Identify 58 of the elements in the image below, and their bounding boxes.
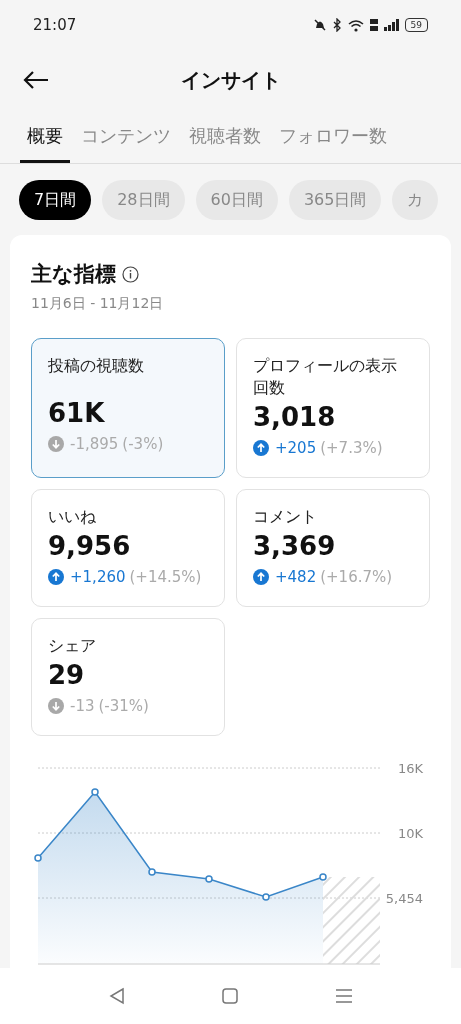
back-triangle-icon bbox=[108, 987, 125, 1005]
info-icon bbox=[122, 266, 139, 284]
menu-nav-button[interactable] bbox=[336, 988, 353, 1004]
back-arrow-icon bbox=[23, 70, 49, 90]
data-point bbox=[205, 874, 213, 883]
home-square-icon bbox=[222, 988, 239, 1004]
home-nav-button[interactable] bbox=[222, 988, 239, 1004]
up-arrow-icon bbox=[48, 568, 64, 585]
wifi-icon bbox=[347, 18, 364, 32]
data-point bbox=[319, 872, 327, 881]
metric-change: +1,260 bbox=[70, 566, 126, 588]
metric-label: シェア bbox=[48, 634, 97, 657]
data-point bbox=[91, 787, 99, 796]
metric-value: 3,018 bbox=[253, 400, 337, 434]
y-axis-label: 16K bbox=[397, 760, 423, 776]
up-arrow-icon bbox=[253, 439, 269, 456]
bluetooth-icon bbox=[332, 18, 342, 32]
metric-percent: (+14.5%) bbox=[129, 566, 202, 588]
period-chip[interactable]: 7日間 bbox=[19, 180, 92, 220]
date-range: 11月6日 - 11月12日 bbox=[31, 293, 165, 313]
metric-change: -13 bbox=[70, 695, 95, 717]
down-arrow-icon bbox=[48, 435, 64, 452]
tab[interactable]: 概要 bbox=[20, 122, 70, 163]
battery-indicator: 59 bbox=[404, 18, 428, 32]
metric-label: コメント bbox=[253, 505, 318, 528]
y-axis-label: 10K bbox=[397, 825, 423, 841]
metric-value: 3,369 bbox=[253, 529, 337, 563]
muted-bell-icon bbox=[312, 18, 327, 32]
data-point bbox=[34, 853, 42, 862]
metric-percent: (-31%) bbox=[98, 695, 149, 717]
menu-icon bbox=[336, 988, 353, 1004]
metric-percent: (+7.3%) bbox=[320, 437, 383, 459]
down-arrow-icon bbox=[48, 697, 64, 714]
metric-card[interactable]: いいね 9,956 +1,260 (+14.5%) bbox=[31, 488, 225, 607]
metric-card[interactable]: 投稿の視聴数 61K -1,895 (-3%) bbox=[31, 337, 225, 478]
y-axis-label: 5,454 bbox=[385, 890, 423, 906]
data-point bbox=[262, 892, 270, 901]
signal-icon bbox=[383, 19, 399, 31]
back-nav-button[interactable] bbox=[108, 987, 125, 1005]
metric-label: いいね bbox=[48, 505, 97, 528]
metric-percent: (+16.7%) bbox=[320, 566, 393, 588]
metric-percent: (-3%) bbox=[122, 433, 164, 455]
up-arrow-icon bbox=[253, 568, 269, 585]
metric-value: 9,956 bbox=[48, 529, 132, 563]
data-point bbox=[148, 867, 156, 876]
page-title: インサイト bbox=[180, 67, 281, 94]
metric-change: +205 bbox=[275, 437, 317, 459]
metric-label: プロフィールの表示回数 bbox=[253, 354, 398, 399]
metric-value: 61K bbox=[48, 396, 106, 430]
section-title: 主な指標 bbox=[31, 261, 116, 288]
metric-change: +482 bbox=[275, 566, 317, 588]
metric-card[interactable]: シェア 29 -13 (-31%) bbox=[31, 617, 225, 736]
metric-card[interactable]: プロフィールの表示回数 3,018 +205 (+7.3%) bbox=[236, 337, 430, 478]
status-time: 21:07 bbox=[33, 14, 77, 36]
metric-value: 29 bbox=[48, 658, 86, 692]
metric-change: -1,895 bbox=[70, 433, 119, 455]
metric-label: 投稿の視聴数 bbox=[48, 354, 145, 377]
metric-card[interactable]: コメント 3,369 +482 (+16.7%) bbox=[236, 488, 430, 607]
